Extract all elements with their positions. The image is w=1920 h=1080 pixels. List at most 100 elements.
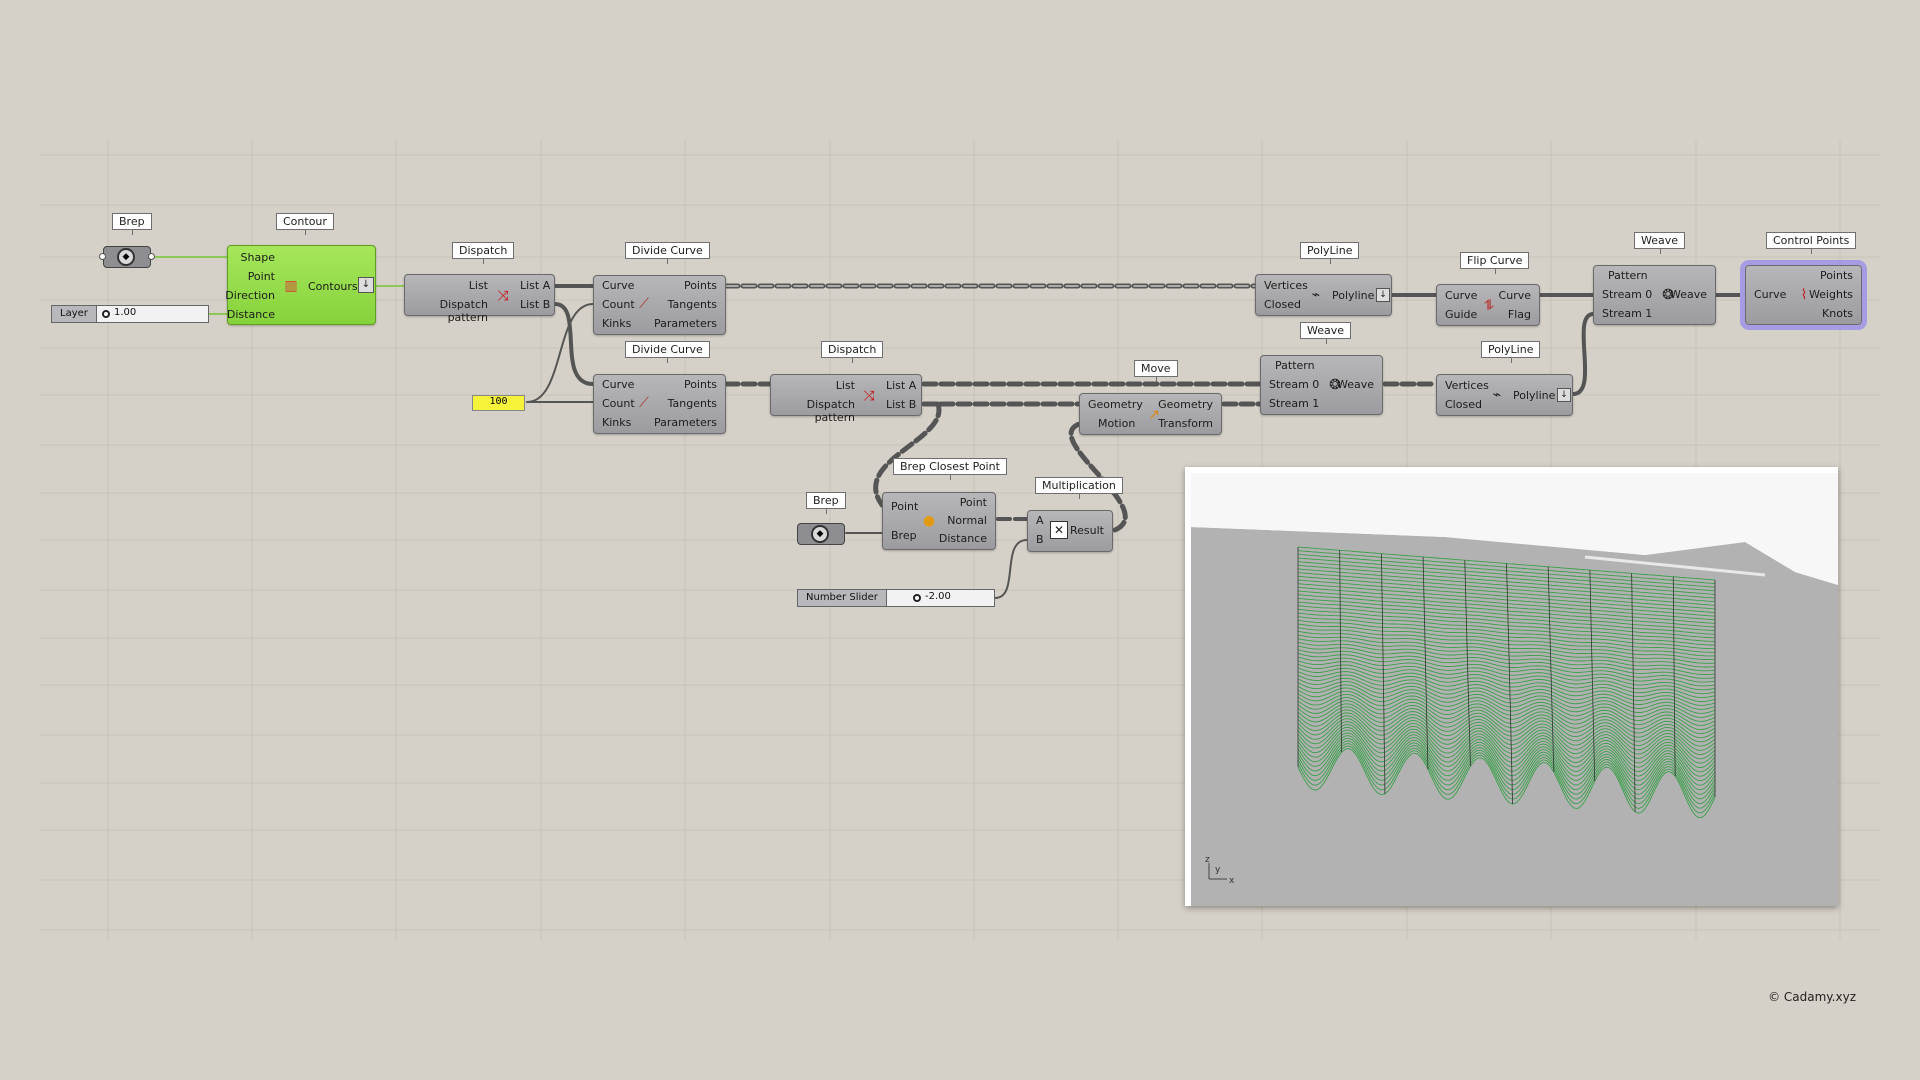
divide-curve-tag: Divide Curve (625, 341, 710, 363)
dispatch-output-a: List A (520, 279, 551, 292)
flip-output-curve: Curve (1498, 289, 1531, 302)
weave-tag: Weave (1300, 322, 1352, 344)
viewport-render: z y x (1191, 473, 1838, 906)
move-tag: Move (1134, 360, 1178, 382)
contour-input-point: Point (247, 270, 275, 283)
polyline-output: Polyline (1332, 289, 1375, 302)
closest-input-brep: Brep (891, 529, 917, 542)
flip-curve-tag: Flip Curve (1460, 252, 1530, 274)
count-panel[interactable]: 100 (472, 395, 525, 411)
multiplication-component[interactable]: A B ✕ Result (1027, 510, 1113, 552)
closest-output-distance: Distance (938, 532, 987, 545)
layer-slider-label: Layer (52, 306, 97, 322)
move-output-geometry: Geometry (1158, 398, 1213, 411)
brep-closest-point-tag: Brep Closest Point (893, 458, 1007, 480)
graft-icon[interactable]: ↓ (1557, 388, 1571, 402)
brep-icon: ◆ (117, 248, 135, 266)
graft-icon[interactable]: ↓ (1376, 288, 1390, 302)
brep-param[interactable]: ◆ (797, 523, 845, 545)
flip-input-curve: Curve (1445, 289, 1478, 302)
divide-output-tangents: Tangents (667, 298, 717, 311)
brep-param[interactable]: ◆ (103, 246, 151, 268)
rhino-viewport[interactable]: z y x (1185, 467, 1838, 906)
control-output-weights: Weights (1808, 288, 1853, 301)
weave-input-stream1: Stream 1 (1602, 307, 1653, 320)
dispatch-output-b: List B (886, 398, 917, 411)
layer-slider-value: 1.00 (114, 307, 137, 318)
weave-output: Weave (1669, 288, 1707, 301)
mult-output-result: Result (1070, 524, 1104, 537)
weave-input-stream0: Stream 0 (1269, 378, 1320, 391)
divide-output-parameters: Parameters (654, 416, 717, 429)
divide-output-points: Points (683, 279, 717, 292)
polyline-component[interactable]: Vertices Closed ⌁ Polyline ↓ (1255, 274, 1392, 316)
contour-icon: ▥ (284, 278, 298, 294)
divide-input-kinks: Kinks (602, 317, 632, 330)
dispatch-input-list: List (835, 379, 855, 392)
divide-curve-component[interactable]: Curve Count Kinks ⟋ Points Tangents Para… (593, 275, 726, 335)
closest-output-point: Point (959, 496, 987, 509)
divide-output-points: Points (683, 378, 717, 391)
divide-input-count: Count (602, 298, 635, 311)
brep-tag: Brep (806, 492, 846, 514)
weave-component[interactable]: Pattern Stream 0 Stream 1 ❂ Weave (1260, 355, 1383, 415)
polyline-output: Polyline (1513, 389, 1556, 402)
divide-curve-component[interactable]: Curve Count Kinks ⟋ Points Tangents Para… (593, 374, 726, 434)
control-output-points: Points (1819, 269, 1853, 282)
polyline-tag: PolyLine (1481, 341, 1541, 363)
axis-label-z: z (1205, 855, 1210, 865)
dispatch-icon: ⤨ (863, 388, 875, 404)
polyline-input-closed: Closed (1264, 298, 1301, 311)
polyline-input-closed: Closed (1445, 398, 1482, 411)
number-slider-label: Number Slider (798, 590, 887, 606)
axis-label-x: x (1229, 876, 1235, 886)
contour-input-direction: Direction (225, 289, 275, 302)
graft-icon[interactable]: ↓ (358, 277, 374, 293)
weave-input-pattern: Pattern (1608, 269, 1648, 282)
divide-curve-tag: Divide Curve (625, 242, 710, 264)
layer-slider[interactable]: Layer 1.00 (51, 305, 209, 323)
dispatch-input-list: List (468, 279, 488, 292)
copyright-credit: © Cadamy.xyz (1768, 990, 1856, 1004)
move-input-geometry: Geometry (1088, 398, 1143, 411)
move-component[interactable]: Geometry Motion ↗ Geometry Transform (1079, 393, 1222, 435)
move-input-motion: Motion (1098, 417, 1136, 430)
wire-panel-divide1 (526, 303, 594, 403)
brep-closest-point-component[interactable]: Point Brep ● Point Normal Distance (882, 492, 996, 550)
contour-component[interactable]: Shape Point Direction Distance ▥ Contour… (225, 245, 376, 325)
dispatch-component[interactable]: List Dispatch pattern ⤨ List A List B (404, 274, 555, 324)
closest-output-normal: Normal (947, 514, 987, 527)
divide-input-curve: Curve (602, 279, 635, 292)
wire-slider-mult (994, 539, 1028, 599)
weave-output: Weave (1336, 378, 1374, 391)
divide-input-kinks: Kinks (602, 416, 632, 429)
dispatch-output-a: List A (886, 379, 917, 392)
dispatch-tag: Dispatch (821, 341, 884, 363)
weave-component[interactable]: Pattern Stream 0 Stream 1 ❂ Weave (1593, 265, 1716, 325)
number-slider-knob[interactable] (913, 594, 921, 602)
dispatch-component[interactable]: List Dispatch pattern ⤨ List A List B (770, 374, 922, 424)
multiply-icon: ✕ (1050, 521, 1068, 539)
axis-label-y: y (1215, 865, 1221, 875)
control-points-component[interactable]: Curve ⌇ Points Weights Knots (1740, 260, 1867, 330)
contour-tag: Contour (276, 213, 334, 235)
closest-point-icon: ● (922, 513, 936, 529)
mult-input-a: A (1036, 514, 1044, 527)
flip-input-guide: Guide (1445, 308, 1478, 321)
layer-slider-knob[interactable] (102, 310, 110, 318)
contour-input-distance: Distance (226, 308, 275, 321)
multiplication-tag: Multiplication (1035, 477, 1123, 499)
polyline-component[interactable]: Vertices Closed ⌁ Polyline ↓ (1436, 374, 1573, 416)
contour-input-shape: Shape (240, 251, 275, 264)
weave-input-pattern: Pattern (1275, 359, 1315, 372)
wire-dispatch2-closest (873, 401, 942, 508)
closest-input-point: Point (891, 500, 919, 513)
divide-input-count: Count (602, 397, 635, 410)
polyline-input-vertices: Vertices (1264, 279, 1308, 292)
number-slider[interactable]: Number Slider -2.00 (797, 589, 995, 607)
divide-input-curve: Curve (602, 378, 635, 391)
flip-curve-component[interactable]: Curve Guide ⥮ Curve Flag (1436, 284, 1540, 326)
weave-input-stream1: Stream 1 (1269, 397, 1320, 410)
flip-output-flag: Flag (1507, 308, 1531, 321)
polyline-input-vertices: Vertices (1445, 379, 1489, 392)
